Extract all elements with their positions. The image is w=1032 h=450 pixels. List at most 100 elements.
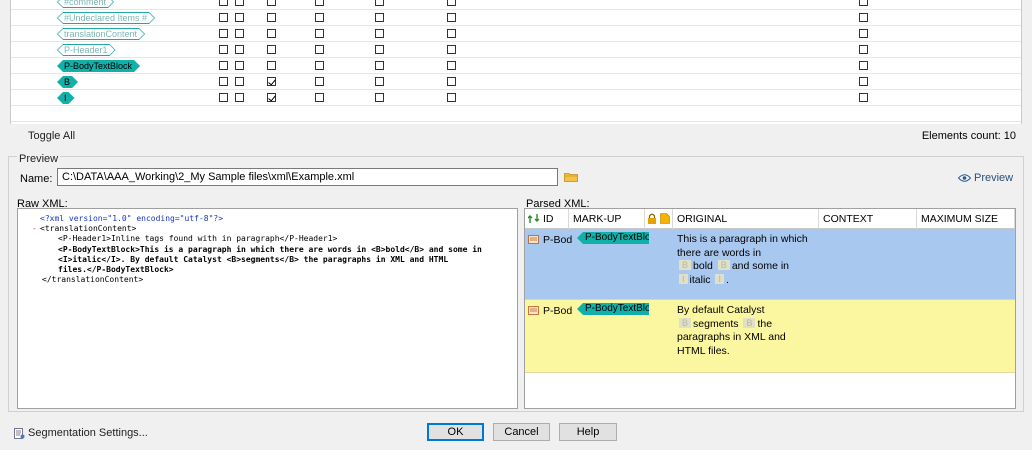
- element-checkbox[interactable]: [859, 77, 868, 86]
- element-checkbox[interactable]: [375, 45, 384, 54]
- name-label: Name:: [20, 173, 53, 185]
- element-row[interactable]: I: [11, 90, 1021, 106]
- segment-text: and some in: [731, 260, 790, 272]
- collapse-toggle[interactable]: -: [32, 224, 37, 234]
- element-checkbox[interactable]: [447, 13, 456, 22]
- element-checkbox[interactable]: [447, 61, 456, 70]
- element-checkbox[interactable]: [267, 0, 276, 6]
- element-checkbox[interactable]: [219, 0, 228, 6]
- element-checkbox[interactable]: [447, 0, 456, 6]
- element-checkbox[interactable]: [267, 45, 276, 54]
- raw-xml-view[interactable]: <?xml version="1.0" encoding="utf-8"?> - <…: [17, 208, 518, 409]
- segmentation-settings-button[interactable]: Segmentation Settings...: [14, 427, 148, 439]
- element-checkbox[interactable]: [315, 13, 324, 22]
- element-checkbox[interactable]: [375, 61, 384, 70]
- parsed-xml-grid[interactable]: ID MARK-UP ORIGINAL CONTEXT MAXIMUM SIZE…: [524, 208, 1016, 409]
- column-markup[interactable]: MARK-UP: [569, 209, 645, 229]
- element-tag: P-Header1: [57, 44, 116, 56]
- segment-row[interactable]: P-Bod P-BodyTextBlock This is a paragraph …: [525, 229, 1015, 300]
- element-checkbox[interactable]: [267, 29, 276, 38]
- element-checkbox[interactable]: [267, 61, 276, 70]
- element-checkbox[interactable]: [859, 61, 868, 70]
- element-checkbox[interactable]: [315, 29, 324, 38]
- elements-table: #comment #Undeclared Items # translationCo…: [10, 0, 1022, 124]
- element-checkbox[interactable]: [219, 13, 228, 22]
- help-button[interactable]: Help: [559, 423, 617, 441]
- file-name-input[interactable]: [57, 168, 558, 186]
- element-checkbox[interactable]: [315, 45, 324, 54]
- xml-text: <translationContent>: [40, 224, 137, 234]
- inline-tag: I: [679, 273, 688, 284]
- element-checkbox[interactable]: [219, 45, 228, 54]
- element-checkbox[interactable]: [375, 93, 384, 102]
- element-checkbox[interactable]: [859, 0, 868, 6]
- element-checkbox[interactable]: [235, 77, 244, 86]
- column-maximum-size[interactable]: MAXIMUM SIZE: [917, 209, 1015, 229]
- element-row[interactable]: B: [11, 74, 1021, 90]
- element-checkbox[interactable]: [375, 77, 384, 86]
- element-checkbox[interactable]: [235, 45, 244, 54]
- segment-row[interactable]: P-Bod P-BodyTextBlock By default CatalystB…: [525, 300, 1015, 373]
- xml-text: <P-BodyTextBlock>This is a paragraph in …: [58, 244, 482, 254]
- element-checkbox[interactable]: [267, 93, 276, 102]
- original-line: Bsegments Bthe: [677, 317, 815, 332]
- element-checkbox[interactable]: [447, 93, 456, 102]
- element-checkbox[interactable]: [447, 29, 456, 38]
- segment-id: P-Bod: [543, 234, 573, 246]
- column-id[interactable]: ID: [539, 209, 569, 229]
- element-checkbox[interactable]: [315, 93, 324, 102]
- element-checkbox[interactable]: [375, 0, 384, 6]
- element-checkbox[interactable]: [235, 29, 244, 38]
- toggle-all-link[interactable]: Toggle All: [28, 130, 75, 142]
- elements-count: Elements count: 10: [921, 130, 1016, 142]
- xml-line: - <translationContent>: [18, 224, 517, 234]
- element-checkbox[interactable]: [235, 0, 244, 6]
- element-checkbox[interactable]: [315, 77, 324, 86]
- original-line: Bbold Band some in: [677, 260, 815, 274]
- column-flags[interactable]: [645, 209, 673, 229]
- column-context[interactable]: CONTEXT: [819, 209, 917, 229]
- element-checkbox[interactable]: [375, 13, 384, 22]
- element-tag: #Undeclared Items #: [57, 12, 155, 24]
- inline-tag: B: [679, 260, 692, 270]
- element-checkbox[interactable]: [859, 13, 868, 22]
- element-row[interactable]: #comment: [11, 0, 1021, 10]
- element-checkbox[interactable]: [235, 61, 244, 70]
- element-checkbox[interactable]: [267, 13, 276, 22]
- element-checkbox[interactable]: [859, 45, 868, 54]
- inline-tag: B: [679, 317, 692, 328]
- element-row[interactable]: P-Header1: [11, 42, 1021, 58]
- element-checkbox[interactable]: [315, 61, 324, 70]
- ok-button[interactable]: OK: [427, 423, 484, 441]
- segment-text: .: [725, 273, 729, 286]
- element-checkbox[interactable]: [859, 29, 868, 38]
- element-checkbox[interactable]: [235, 93, 244, 102]
- xml-text: <P-Header1>Inline tags found with in par…: [58, 234, 338, 244]
- element-checkbox[interactable]: [219, 77, 228, 86]
- element-checkbox[interactable]: [447, 77, 456, 86]
- element-checkbox[interactable]: [447, 45, 456, 54]
- element-checkbox[interactable]: [219, 29, 228, 38]
- inline-tag: B: [717, 260, 730, 270]
- preview-button[interactable]: Preview: [958, 172, 1013, 184]
- element-row[interactable]: #Undeclared Items #: [11, 10, 1021, 26]
- parser-settings-dialog: #comment #Undeclared Items # translationCo…: [0, 0, 1032, 450]
- element-checkbox[interactable]: [859, 93, 868, 102]
- element-checkbox[interactable]: [375, 29, 384, 38]
- element-checkbox[interactable]: [235, 13, 244, 22]
- empty-row: [11, 106, 1021, 122]
- element-checkbox[interactable]: [267, 77, 276, 86]
- element-tag-label: P-BodyTextBlock: [64, 61, 133, 71]
- element-row[interactable]: P-BodyTextBlock: [11, 58, 1021, 74]
- element-row[interactable]: translationContent: [11, 26, 1021, 42]
- element-checkbox[interactable]: [315, 0, 324, 6]
- xml-text: <I>italic</I>. By default Catalyst <B>se…: [58, 254, 449, 264]
- markup-tag: P-BodyTextBlock: [577, 303, 649, 315]
- column-original[interactable]: ORIGINAL: [673, 209, 819, 229]
- element-tag-label: translationContent: [64, 29, 138, 39]
- cancel-button[interactable]: Cancel: [493, 423, 550, 441]
- segment-text: paragraphs in XML and: [677, 331, 786, 343]
- folder-icon[interactable]: [564, 172, 578, 182]
- element-checkbox[interactable]: [219, 93, 228, 102]
- element-checkbox[interactable]: [219, 61, 228, 70]
